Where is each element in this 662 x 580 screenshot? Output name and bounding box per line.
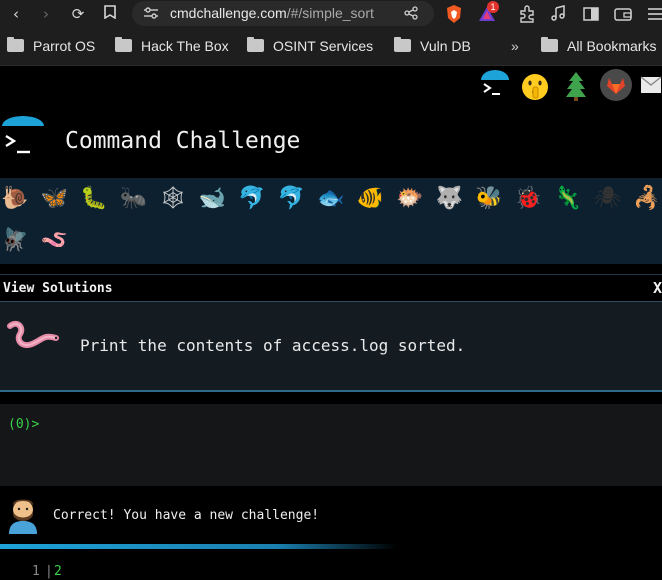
- scorpion-icon[interactable]: 🦂: [632, 184, 662, 214]
- bee-icon[interactable]: 🐝: [474, 184, 504, 214]
- mail-icon[interactable]: [640, 76, 662, 94]
- bookmark-icon[interactable]: [100, 4, 120, 24]
- lizard-icon[interactable]: 🦎: [553, 184, 583, 214]
- extensions-icon[interactable]: [516, 3, 538, 25]
- snail-icon[interactable]: 🐌: [0, 184, 30, 214]
- spider-web-icon[interactable]: 🕸: [158, 184, 188, 214]
- tree-icon[interactable]: [563, 70, 589, 102]
- browser-toolbar: ‹ › ⟳ cmdchallenge.com/#/simple_sort 1: [0, 0, 662, 28]
- worm-icon[interactable]: 🪱: [40, 226, 70, 256]
- folder-icon: [394, 37, 411, 52]
- spider-icon[interactable]: 🕷: [593, 184, 623, 214]
- sidebar-icon[interactable]: [580, 3, 602, 25]
- challenge-icons-band: 🐌 🦋 🐛 🐜 🕸 🐋 🐬 🐬 🐟 🐠 🐡 🐺 🐝 🐞 🦎 🕷 🦂 🪰 🪱: [0, 178, 662, 264]
- bookmark-folder-parrot-os[interactable]: Parrot OS: [7, 37, 96, 56]
- dolphin-icon[interactable]: 🐬: [237, 184, 267, 214]
- bearded-person-icon: [9, 499, 37, 534]
- bookmarks-overflow-button[interactable]: »: [511, 38, 519, 56]
- fly-icon[interactable]: 🪰: [0, 226, 30, 256]
- bookmark-label: Parrot OS: [33, 38, 96, 54]
- command-challenge-logo-icon: [2, 116, 44, 154]
- challenge-description: Print the contents of access.log sorted.: [80, 336, 466, 355]
- site-settings-icon[interactable]: [144, 7, 158, 19]
- ladybug-icon[interactable]: 🐞: [514, 184, 544, 214]
- progress-fill: [0, 544, 398, 549]
- blowfish-icon[interactable]: 🐡: [395, 184, 425, 214]
- url-host: cmdchallenge.com: [170, 5, 287, 21]
- shell-prompt: (0)>: [8, 417, 40, 432]
- challenge-panel: Print the contents of access.log sorted.: [0, 302, 662, 392]
- rewards-badge: 1: [487, 1, 499, 13]
- url-path: /#/simple_sort: [286, 5, 374, 21]
- share-icon[interactable]: [404, 6, 418, 20]
- back-icon[interactable]: ‹: [6, 4, 26, 24]
- output-line-number: 1: [32, 564, 40, 579]
- brave-shields-icon[interactable]: [443, 3, 465, 25]
- wolf-icon[interactable]: 🐺: [435, 184, 465, 214]
- command-output: 1 | 2: [0, 562, 662, 580]
- feedback-panel: Correct! You have a new challenge!: [0, 486, 662, 546]
- bookmark-folder-hack-the-box[interactable]: Hack The Box: [115, 37, 229, 56]
- ant-icon[interactable]: 🐜: [119, 184, 149, 214]
- dolphin-icon[interactable]: 🐬: [277, 184, 307, 214]
- folder-icon: [247, 37, 264, 52]
- tropical-fish-icon[interactable]: 🐠: [356, 184, 386, 214]
- reload-icon[interactable]: ⟳: [68, 4, 88, 24]
- forward-icon[interactable]: ›: [36, 4, 56, 24]
- caterpillar-icon[interactable]: 🐛: [79, 184, 109, 214]
- bookmark-label: Hack The Box: [141, 38, 229, 54]
- fish-icon[interactable]: 🐟: [316, 184, 346, 214]
- butterfly-icon[interactable]: 🦋: [40, 184, 70, 214]
- feedback-message: Correct! You have a new challenge!: [53, 508, 320, 523]
- folder-icon: [7, 37, 24, 52]
- close-icon[interactable]: X: [653, 279, 662, 297]
- url-text: cmdchallenge.com/#/simple_sort: [170, 5, 374, 21]
- bookmark-folder-osint-services[interactable]: OSINT Services: [247, 37, 374, 56]
- menu-icon[interactable]: [644, 3, 662, 25]
- gitlab-icon[interactable]: [599, 68, 633, 102]
- output-value: 2: [54, 564, 62, 579]
- brave-rewards-icon[interactable]: 1: [476, 1, 499, 25]
- whale-icon[interactable]: 🐋: [198, 184, 228, 214]
- page-title: Command Challenge: [65, 128, 301, 154]
- address-bar[interactable]: cmdchallenge.com/#/simple_sort: [132, 1, 434, 26]
- terminal-logo-icon[interactable]: [478, 70, 512, 104]
- progress-bar: [0, 544, 662, 549]
- bookmark-label: Vuln DB: [420, 38, 471, 54]
- all-bookmarks-label: All Bookmarks: [567, 38, 657, 54]
- worm-icon: [7, 320, 59, 348]
- bookmarks-bar: Parrot OS Hack The Box OSINT Services Vu…: [0, 28, 662, 66]
- view-solutions-label[interactable]: View Solutions: [3, 281, 113, 296]
- output-separator: |: [45, 564, 53, 579]
- terminal-input-area[interactable]: (0)>: [0, 404, 662, 486]
- folder-icon: [541, 37, 558, 52]
- shushing-face-icon[interactable]: [520, 72, 550, 102]
- page-content: Command Challenge 🐌 🦋 🐛 🐜 🕸 🐋 🐬 🐬 🐟 🐠 🐡 🐺 🐝 🐞 🦎 🕷 🦂 🪰 🪱 Vi…: [0, 66, 662, 580]
- wallet-icon[interactable]: [612, 3, 634, 25]
- all-bookmarks-button[interactable]: All Bookmarks: [541, 37, 657, 56]
- media-icon[interactable]: [548, 3, 570, 25]
- bookmark-label: OSINT Services: [273, 38, 374, 54]
- bookmark-folder-vuln-db[interactable]: Vuln DB: [394, 37, 471, 56]
- folder-icon: [115, 37, 132, 52]
- view-solutions-bar[interactable]: View Solutions X: [0, 274, 662, 302]
